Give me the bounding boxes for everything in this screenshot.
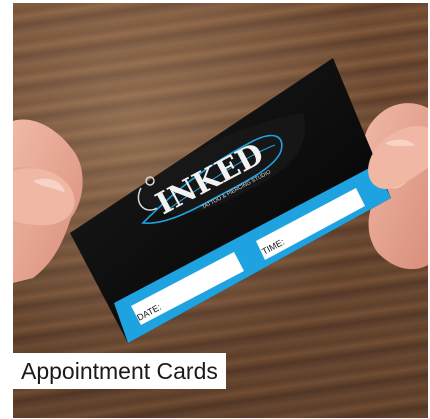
caption-label: Appointment Cards (13, 353, 226, 389)
appointment-card: DATE: TIME: INKED TATTOO & PIERCING STUD… (70, 58, 391, 343)
